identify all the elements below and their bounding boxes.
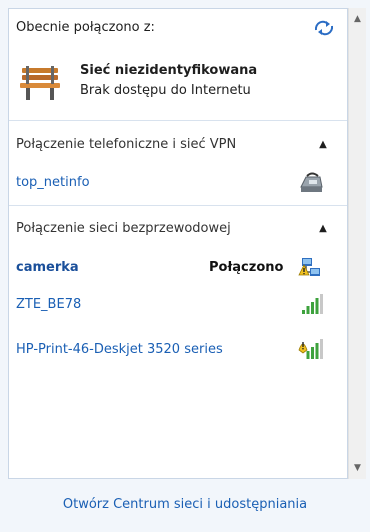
collapse-caret-icon[interactable]: ▲ — [313, 139, 333, 153]
collapse-caret-icon[interactable]: ▲ — [313, 223, 333, 237]
list-item-top-netinfo[interactable]: top_netinfo — [9, 168, 347, 198]
wifi-shared-icon — [298, 258, 320, 276]
divider — [9, 120, 347, 121]
public-network-bench-icon — [20, 66, 60, 100]
wifi-signal-icon — [302, 294, 323, 314]
open-network-center-link[interactable]: Otwórz Centrum sieci i udostępniania — [0, 497, 370, 512]
wifi-unsecured-icon — [298, 339, 323, 359]
list-item-zte-be78[interactable]: ZTE_BE78 — [9, 290, 347, 320]
list-item-label: camerka — [16, 260, 79, 275]
list-item-camerka[interactable]: camerka Połączono — [9, 253, 347, 283]
scrollbar[interactable]: ▲ ▼ — [348, 8, 366, 479]
refresh-icon[interactable] — [313, 19, 335, 37]
list-item-label: top_netinfo — [16, 175, 90, 190]
connected-label: Obecnie połączono z: — [16, 20, 155, 35]
divider — [9, 205, 347, 206]
list-item-hp-print[interactable]: HP-Print-46-Deskjet 3520 series — [9, 335, 347, 365]
section-header-wireless[interactable]: Połączenie sieci bezprzewodowej — [16, 221, 231, 236]
scroll-down-icon[interactable]: ▼ — [349, 459, 366, 477]
scroll-up-icon[interactable]: ▲ — [349, 10, 366, 28]
dialup-modem-icon — [300, 172, 323, 192]
section-header-dialup-vpn[interactable]: Połączenie telefoniczne i sieć VPN — [16, 137, 236, 152]
current-network-status: Brak dostępu do Internetu — [80, 83, 251, 98]
list-item-label: HP-Print-46-Deskjet 3520 series — [16, 342, 223, 357]
list-item-label: ZTE_BE78 — [16, 297, 82, 312]
current-network-name: Sieć niezidentyfikowana — [80, 63, 258, 78]
connection-status: Połączono — [209, 260, 284, 275]
